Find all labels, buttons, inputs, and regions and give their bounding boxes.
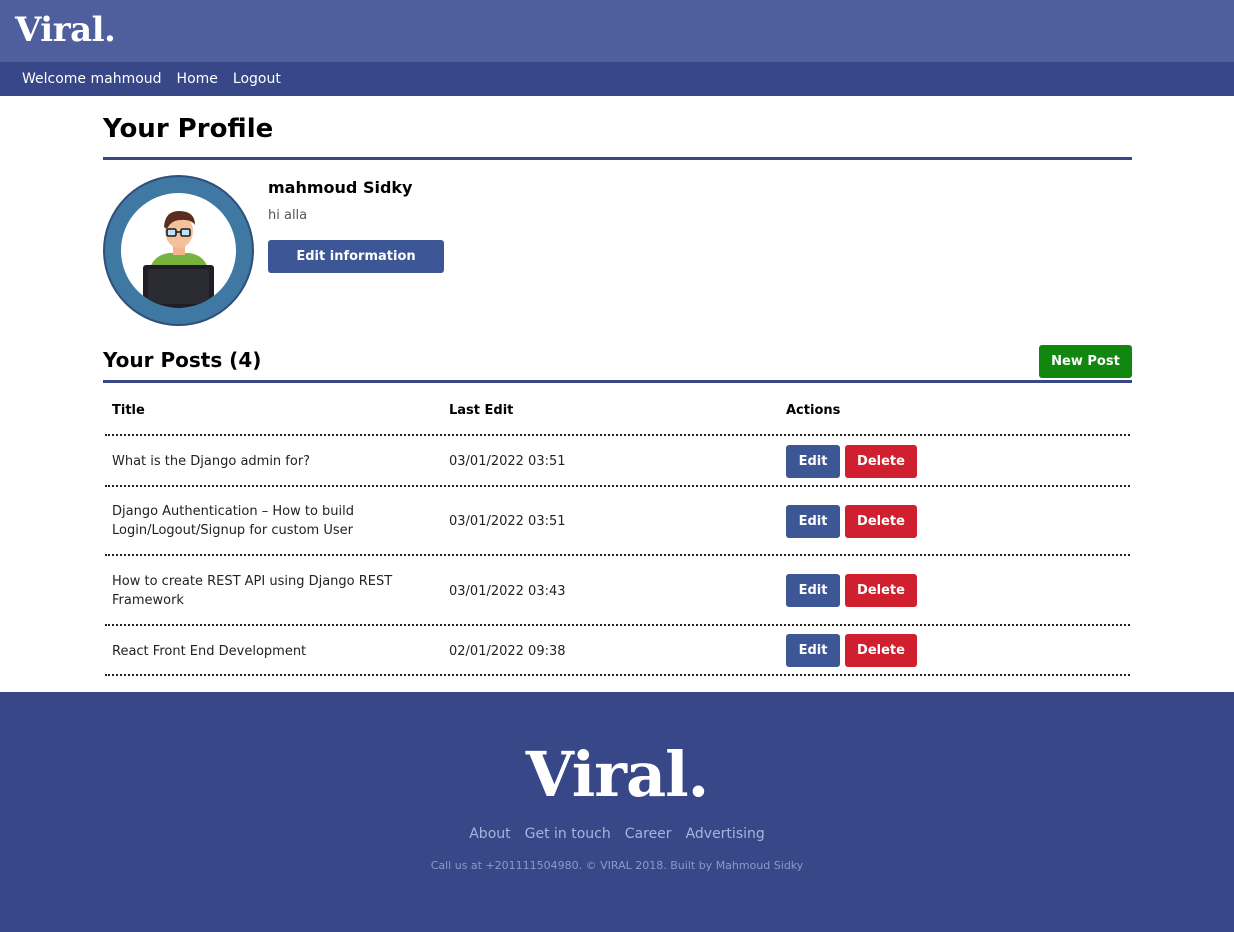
row-separator xyxy=(105,674,1130,676)
edit-post-button[interactable]: Edit xyxy=(786,574,840,607)
nav-logout-link[interactable]: Logout xyxy=(233,71,281,87)
avatar-illustration-icon xyxy=(121,193,236,308)
column-header-title: Title xyxy=(112,403,145,418)
delete-post-button[interactable]: Delete xyxy=(845,445,917,478)
delete-post-button[interactable]: Delete xyxy=(845,574,917,607)
post-title: React Front End Development xyxy=(112,644,307,659)
nav-bar: Welcome mahmoud Home Logout xyxy=(0,62,1234,96)
delete-post-button[interactable]: Delete xyxy=(845,505,917,538)
site-footer: Viral. About Get in touch Career Adverti… xyxy=(0,692,1234,932)
row-separator xyxy=(105,434,1130,436)
edit-information-button[interactable]: Edit information xyxy=(268,240,444,273)
nav-home-link[interactable]: Home xyxy=(177,71,218,87)
posts-divider xyxy=(103,380,1132,383)
new-post-button[interactable]: New Post xyxy=(1039,345,1132,378)
post-last-edit: 02/01/2022 09:38 xyxy=(449,644,566,659)
post-title: How to create REST API using Django REST… xyxy=(112,574,393,608)
avatar xyxy=(103,175,254,326)
footer-link-career[interactable]: Career xyxy=(625,826,672,842)
footer-link-advertising[interactable]: Advertising xyxy=(686,826,765,842)
profile-name: mahmoud Sidky xyxy=(268,178,413,197)
delete-post-button[interactable]: Delete xyxy=(845,634,917,667)
footer-link-get-in-touch[interactable]: Get in touch xyxy=(525,826,611,842)
site-header: Viral. xyxy=(0,0,1234,62)
post-title: Django Authentication – How to build Log… xyxy=(112,504,355,538)
edit-post-button[interactable]: Edit xyxy=(786,505,840,538)
edit-post-button[interactable]: Edit xyxy=(786,634,840,667)
footer-link-about[interactable]: About xyxy=(469,826,510,842)
footer-logo: Viral. xyxy=(525,738,710,811)
post-last-edit: 03/01/2022 03:43 xyxy=(449,584,566,599)
footer-copyright: Call us at +201111504980. © VIRAL 2018. … xyxy=(430,859,804,872)
post-last-edit: 03/01/2022 03:51 xyxy=(449,514,566,529)
row-separator xyxy=(105,624,1130,626)
edit-post-button[interactable]: Edit xyxy=(786,445,840,478)
post-last-edit: 03/01/2022 03:51 xyxy=(449,454,566,469)
posts-heading: Your Posts (4) xyxy=(103,348,262,372)
footer-links: About Get in touch Career Advertising xyxy=(0,826,1234,842)
row-separator xyxy=(105,485,1130,487)
welcome-text: Welcome mahmoud xyxy=(22,71,162,87)
profile-bio: hi alla xyxy=(268,208,308,223)
column-header-last-edit: Last Edit xyxy=(449,403,514,418)
profile-divider xyxy=(103,157,1132,160)
row-separator xyxy=(105,554,1130,556)
post-title: What is the Django admin for? xyxy=(112,454,311,469)
site-logo[interactable]: Viral. xyxy=(15,7,116,53)
column-header-actions: Actions xyxy=(786,403,841,418)
page-title: Your Profile xyxy=(103,114,274,144)
